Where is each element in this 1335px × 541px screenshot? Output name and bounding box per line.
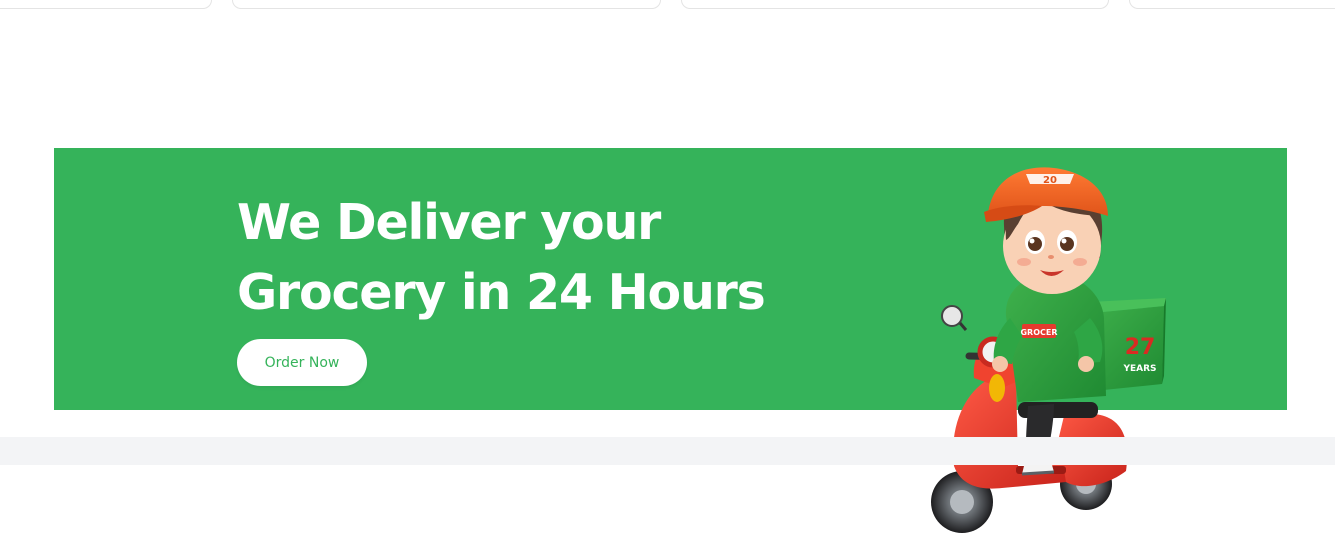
headline-line-2: Grocery in 24 Hours	[237, 264, 766, 321]
box-number: 27	[1125, 335, 1156, 360]
category-card-2[interactable]	[232, 0, 661, 9]
headline-line-1: We Deliver your	[237, 194, 661, 251]
category-card-4[interactable]	[1129, 0, 1335, 9]
banner-headline: We Deliver your Grocery in 24 Hours	[237, 188, 857, 328]
delivery-rider-illustration: 27 YEARS GROCER 20	[931, 167, 1166, 533]
category-card-3[interactable]	[681, 0, 1109, 9]
cap-badge: 20	[1043, 175, 1057, 186]
hoodie-text: GROCER	[1020, 328, 1057, 337]
category-card-1[interactable]	[0, 0, 212, 9]
next-section-background	[0, 437, 1335, 465]
box-label: YEARS	[1122, 364, 1156, 374]
delivery-promo-banner: We Deliver your Grocery in 24 Hours Orde…	[54, 148, 1287, 533]
order-now-button[interactable]: Order Now	[237, 339, 367, 386]
